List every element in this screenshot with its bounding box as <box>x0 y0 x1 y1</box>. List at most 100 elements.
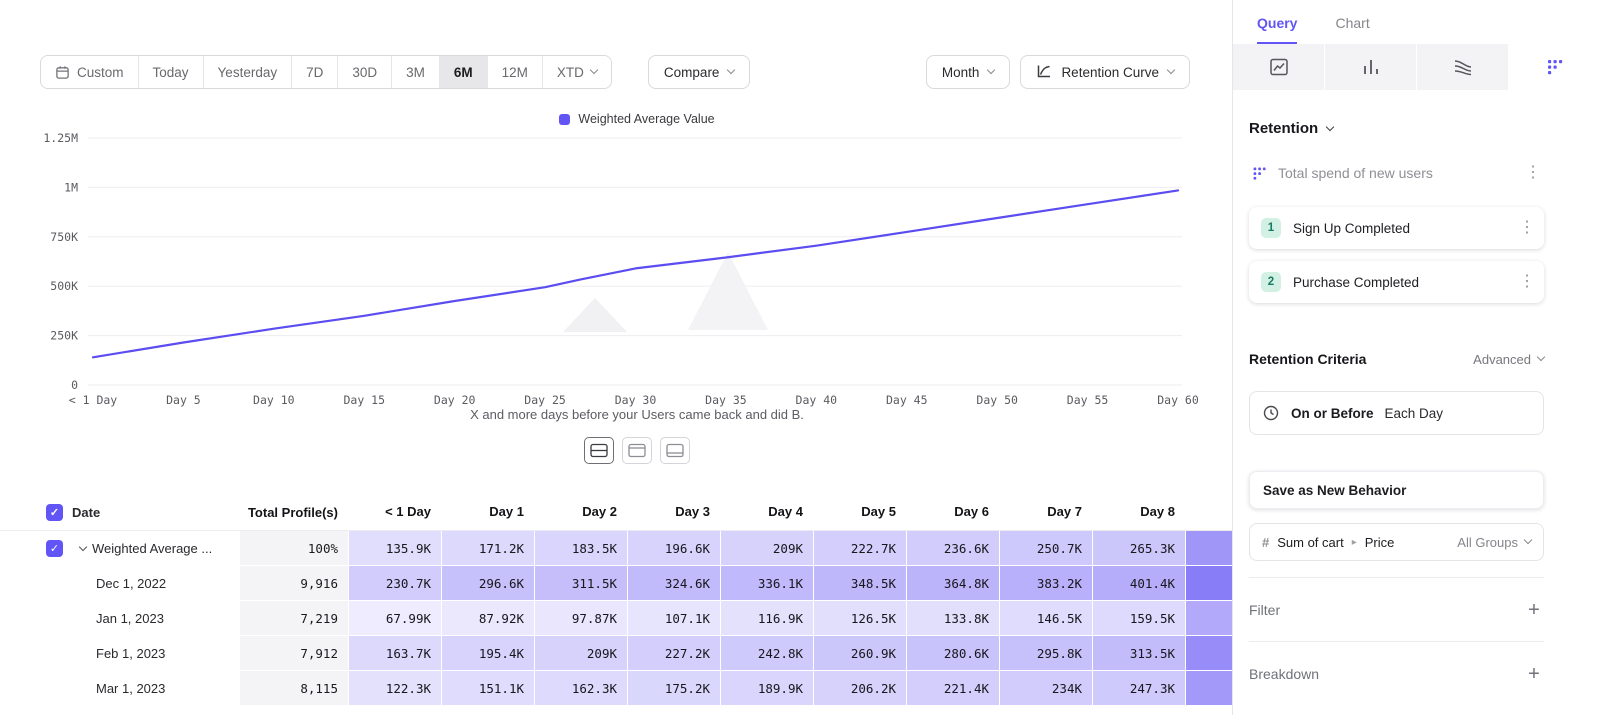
retention-value-cell: 116.9K <box>720 601 813 636</box>
retention-value-cell: 163.7K <box>348 636 441 671</box>
header-day-column: Day 2 <box>534 494 627 530</box>
range-button-12m[interactable]: 12M <box>487 56 542 88</box>
retention-grid-icon[interactable] <box>1509 44 1600 90</box>
condition-primary: On or Before <box>1291 406 1374 421</box>
row-label-cell[interactable]: Feb 1, 2023 <box>72 636 240 671</box>
retention-value-cell: 324.6K <box>627 566 720 601</box>
advanced-label: Advanced <box>1473 352 1531 367</box>
table-row: Jan 1, 20237,21967.99K87.92K97.87K107.1K… <box>0 601 1232 636</box>
retention-value-cell: 296.6K <box>441 566 534 601</box>
retention-value-cell: 133.8K <box>906 601 999 636</box>
x-axis-tick-label: Day 15 <box>343 393 385 407</box>
range-button-30d[interactable]: 30D <box>337 56 391 88</box>
chart-caption: X and more days before your Users came b… <box>88 407 1186 422</box>
range-button-today[interactable]: Today <box>138 56 203 88</box>
select-all-checkbox[interactable]: ✓ <box>46 504 63 521</box>
step-label: Purchase Completed <box>1293 275 1506 290</box>
chevron-down-icon <box>1167 66 1175 74</box>
range-label: Yesterday <box>218 65 278 80</box>
x-axis-tick-label: Day 25 <box>524 393 566 407</box>
range-button-6m[interactable]: 6M <box>439 56 487 88</box>
all-groups-dropdown[interactable]: All Groups <box>1457 535 1531 550</box>
retention-value-cell: 383.2K <box>999 566 1092 601</box>
range-label: 3M <box>406 65 425 80</box>
kebab-menu-icon[interactable]: ⋮ <box>1524 165 1542 181</box>
save-as-new-behavior-button[interactable]: Save as New Behavior <box>1249 471 1544 509</box>
retention-value-cell: 146.5K <box>999 601 1092 636</box>
watermark-triangle <box>688 252 768 330</box>
breakdown-section: Breakdown + <box>1249 641 1544 705</box>
granularity-button[interactable]: Month <box>926 55 1011 89</box>
retention-value-cell: 209K <box>534 636 627 671</box>
view-toggle-header-top-icon[interactable] <box>622 437 652 464</box>
behavior-step[interactable]: 2Purchase Completed⋮ <box>1249 261 1544 303</box>
retention-value-cell: 183.5K <box>534 531 627 566</box>
retention-value-cell: 230.7K <box>348 566 441 601</box>
advanced-dropdown[interactable]: Advanced <box>1473 352 1544 367</box>
view-toggle-split-rows-icon[interactable] <box>584 437 614 464</box>
compare-button[interactable]: Compare <box>648 55 751 89</box>
measure-row[interactable]: # Sum of cart ▸ Price All Groups <box>1249 523 1544 561</box>
tab-query[interactable]: Query <box>1257 15 1297 44</box>
x-axis-tick-label: Day 20 <box>434 393 476 407</box>
compare-label: Compare <box>664 65 720 80</box>
expand-chevron-icon[interactable] <box>79 543 87 551</box>
chevron-down-icon <box>987 66 995 74</box>
bar-chart-icon[interactable] <box>1325 44 1417 90</box>
retention-value-cell: 162.3K <box>534 671 627 706</box>
retention-value-cell: 196.6K <box>627 531 720 566</box>
kebab-menu-icon[interactable]: ⋮ <box>1518 274 1536 290</box>
range-button-xtd[interactable]: XTD <box>542 56 611 88</box>
step-label: Sign Up Completed <box>1293 221 1506 236</box>
retention-value-cell: 227.2K <box>627 636 720 671</box>
retention-value-cell: 234K <box>999 671 1092 706</box>
table-body: ✓Weighted Average ...100%135.9K171.2K183… <box>0 531 1232 706</box>
caret-right-icon: ▸ <box>1352 537 1357 548</box>
row-label-cell[interactable]: Mar 1, 2023 <box>72 671 240 706</box>
range-button-custom[interactable]: Custom <box>41 56 138 88</box>
retention-value-cell: 159.5K <box>1092 601 1185 636</box>
chart-style-label: Retention Curve <box>1061 65 1159 80</box>
chart-style-button[interactable]: Retention Curve <box>1020 55 1190 89</box>
view-toggle-header-bottom-icon[interactable] <box>660 437 690 464</box>
range-button-3m[interactable]: 3M <box>391 56 439 88</box>
kebab-menu-icon[interactable]: ⋮ <box>1518 220 1536 236</box>
table-row: ✓Weighted Average ...100%135.9K171.2K183… <box>0 531 1232 566</box>
chevron-down-icon <box>1326 122 1334 130</box>
range-label: XTD <box>557 65 584 80</box>
retention-value-cell: 260.9K <box>813 636 906 671</box>
row-checkbox-cell <box>0 671 72 706</box>
behavior-row[interactable]: Total spend of new users ⋮ <box>1249 151 1544 195</box>
row-label-cell[interactable]: Dec 1, 2022 <box>72 566 240 601</box>
retention-value-cell: 67.99K <box>348 601 441 636</box>
measure-name: Sum of cart <box>1277 535 1343 550</box>
header-date: Date <box>72 494 240 530</box>
row-checkbox[interactable]: ✓ <box>46 540 63 557</box>
row-label-cell[interactable]: Jan 1, 2023 <box>72 601 240 636</box>
stream-chart-icon[interactable] <box>1417 44 1509 90</box>
y-axis-tick-label: 750K <box>50 230 78 244</box>
retention-value-cell: 313.5K <box>1092 636 1185 671</box>
line-chart-icon[interactable] <box>1233 44 1325 90</box>
behavior-icon <box>1251 165 1268 182</box>
tab-chart[interactable]: Chart <box>1335 15 1369 44</box>
table-header-row: ✓DateTotal Profile(s)< 1 DayDay 1Day 2Da… <box>0 494 1232 531</box>
behavior-step[interactable]: 1Sign Up Completed⋮ <box>1249 207 1544 249</box>
add-filter-button[interactable]: + <box>1524 600 1544 620</box>
range-button-7d[interactable]: 7D <box>291 56 337 88</box>
retention-value-cell: 97.87K <box>534 601 627 636</box>
row-label-cell[interactable]: Weighted Average ... <box>72 531 240 566</box>
range-button-yesterday[interactable]: Yesterday <box>203 56 292 88</box>
row-checkbox-cell <box>0 601 72 636</box>
retention-condition-card[interactable]: On or Before Each Day <box>1249 391 1544 435</box>
retention-value-cell: 126.5K <box>813 601 906 636</box>
add-breakdown-button[interactable]: + <box>1524 664 1544 684</box>
weighted-average-line <box>93 190 1178 357</box>
row-total-profiles: 7,219 <box>240 601 348 636</box>
retention-value-cell: 401.4K <box>1092 566 1185 601</box>
header-day-column: Day 5 <box>813 494 906 530</box>
retention-value-cell: 242.8K <box>720 636 813 671</box>
retention-section-header[interactable]: Retention <box>1249 120 1544 137</box>
retention-value-cell: 87.92K <box>441 601 534 636</box>
retention-line-chart: 0250K500K750K1M1.25M< 1 DayDay 5Day 10Da… <box>0 128 1232 428</box>
